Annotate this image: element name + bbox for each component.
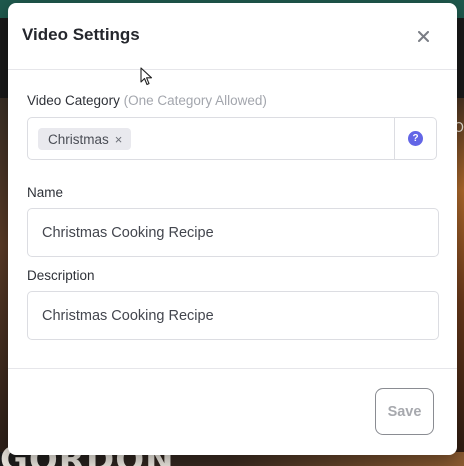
category-tag: Christmas × <box>38 128 132 150</box>
video-category-label: Video Category (One Category Allowed) <box>27 93 267 108</box>
video-category-hint: (One Category Allowed) <box>123 93 267 108</box>
save-button[interactable]: Save <box>375 388 434 435</box>
category-tag-label: Christmas <box>48 131 109 147</box>
video-settings-modal: Video Settings Video Category (One Categ… <box>8 3 457 455</box>
modal-title: Video Settings <box>22 25 140 44</box>
description-field[interactable] <box>27 291 439 340</box>
video-category-label-text: Video Category <box>27 93 120 108</box>
description-label: Description <box>27 268 95 283</box>
tag-remove-icon[interactable]: × <box>115 133 123 146</box>
close-icon <box>417 30 429 42</box>
category-help-cell: ? <box>395 118 436 159</box>
mouse-pointer-icon <box>140 67 153 86</box>
modal-footer: Save <box>8 368 457 455</box>
name-field[interactable] <box>27 208 439 257</box>
video-category-input[interactable]: Christmas × <box>28 118 395 159</box>
name-label: Name <box>27 185 64 200</box>
close-button[interactable] <box>412 25 434 47</box>
question-circle-icon[interactable]: ? <box>408 131 423 146</box>
video-category-select[interactable]: Christmas × ? <box>27 117 437 160</box>
modal-header: Video Settings <box>8 3 457 70</box>
